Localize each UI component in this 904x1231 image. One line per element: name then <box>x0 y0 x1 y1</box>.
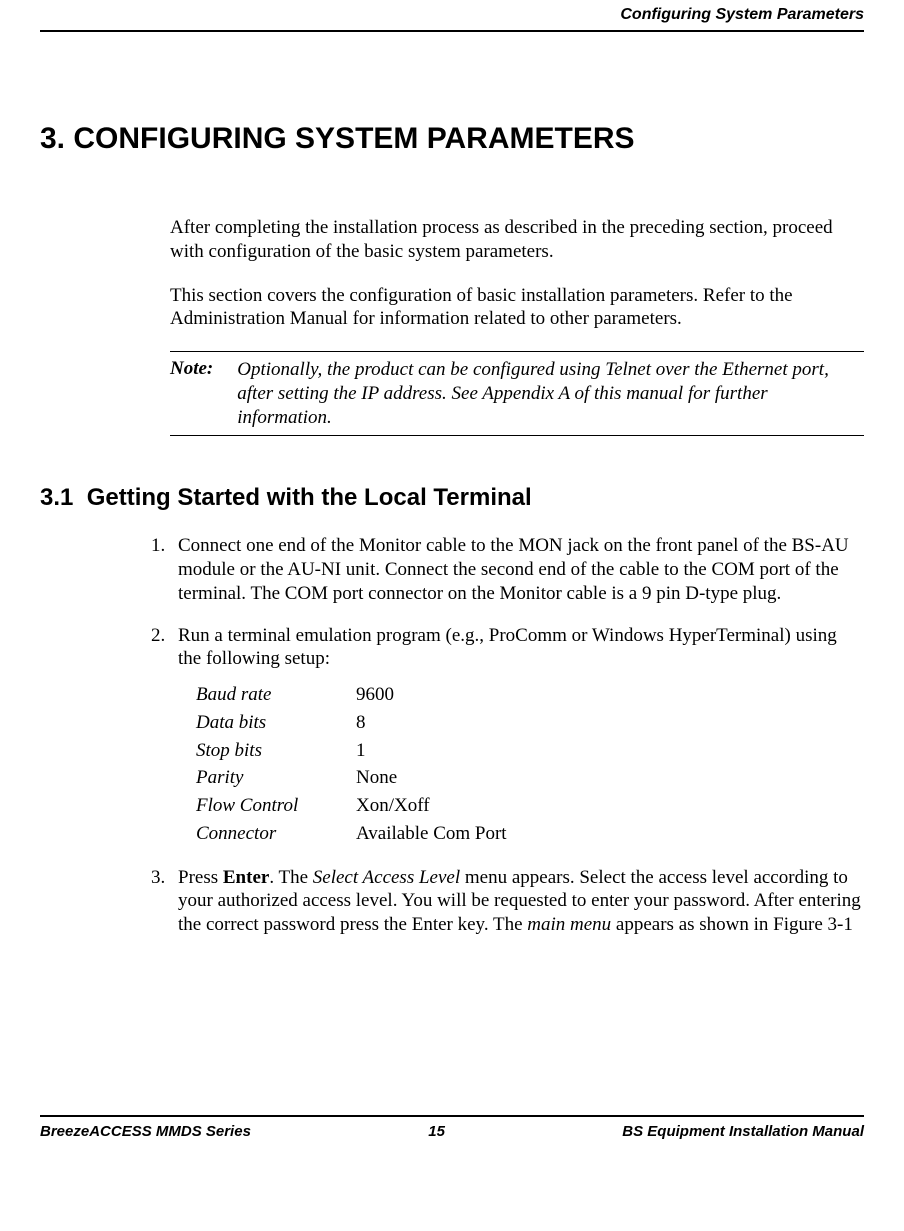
intro-para-1: After completing the installation proces… <box>170 216 864 264</box>
step-3: Press Enter. The Select Access Level men… <box>170 866 864 937</box>
setting-value: 1 <box>356 737 507 765</box>
setting-value: Available Com Port <box>356 820 507 848</box>
steps-list: Connect one end of the Monitor cable to … <box>170 534 864 937</box>
footer-page-number: 15 <box>428 1123 445 1140</box>
page: Configuring System Parameters 3. CONFIGU… <box>0 0 904 1160</box>
section-title: Getting Started with the Local Terminal <box>87 484 532 511</box>
table-row: Data bits8 <box>196 709 507 737</box>
table-row: Baud rate9600 <box>196 681 507 709</box>
section-number: 3.1 <box>40 484 73 511</box>
footer-right: BS Equipment Installation Manual <box>622 1123 864 1140</box>
setting-name: Data bits <box>196 709 356 737</box>
page-footer: BreezeACCESS MMDS Series 15 BS Equipment… <box>40 1115 864 1160</box>
chapter-title: CONFIGURING SYSTEM PARAMETERS <box>73 122 634 155</box>
table-row: Stop bits1 <box>196 737 507 765</box>
table-row: Flow ControlXon/Xoff <box>196 792 507 820</box>
footer-left: BreezeACCESS MMDS Series <box>40 1123 251 1140</box>
note-box: Note: Optionally, the product can be con… <box>170 351 864 436</box>
step-3-post: appears as shown in Figure 3-1 <box>611 914 853 935</box>
step-3-enter: Enter <box>223 867 269 888</box>
step-3-mainmenu: main menu <box>527 914 611 935</box>
page-header: Configuring System Parameters <box>40 0 864 32</box>
chapter-number: 3. <box>40 122 65 155</box>
step-2-text: Run a terminal emulation program (e.g., … <box>178 624 864 672</box>
step-3-mid1: . The <box>269 867 312 888</box>
setting-value: 8 <box>356 709 507 737</box>
note-text: Optionally, the product can be configure… <box>237 358 864 429</box>
step-1: Connect one end of the Monitor cable to … <box>170 534 864 605</box>
intro-block: After completing the installation proces… <box>170 216 864 331</box>
chapter-heading: 3. CONFIGURING SYSTEM PARAMETERS <box>40 122 864 156</box>
table-row: ConnectorAvailable Com Port <box>196 820 507 848</box>
section-heading: 3.1 Getting Started with the Local Termi… <box>40 484 864 512</box>
step-3-text: Press Enter. The Select Access Level men… <box>178 866 864 937</box>
table-row: ParityNone <box>196 764 507 792</box>
setting-value: None <box>356 764 507 792</box>
setting-name: Stop bits <box>196 737 356 765</box>
setting-value: 9600 <box>356 681 507 709</box>
step-3-select-access: Select Access Level <box>313 867 460 888</box>
note-label: Note: <box>170 358 237 429</box>
header-title: Configuring System Parameters <box>620 6 864 23</box>
setting-name: Flow Control <box>196 792 356 820</box>
setting-value: Xon/Xoff <box>356 792 507 820</box>
setting-name: Parity <box>196 764 356 792</box>
setting-name: Baud rate <box>196 681 356 709</box>
setting-name: Connector <box>196 820 356 848</box>
settings-table: Baud rate9600 Data bits8 Stop bits1 Pari… <box>196 681 507 848</box>
step-1-text: Connect one end of the Monitor cable to … <box>178 534 864 605</box>
intro-para-2: This section covers the configuration of… <box>170 284 864 332</box>
step-2: Run a terminal emulation program (e.g., … <box>170 624 864 848</box>
step-3-pre: Press <box>178 867 223 888</box>
